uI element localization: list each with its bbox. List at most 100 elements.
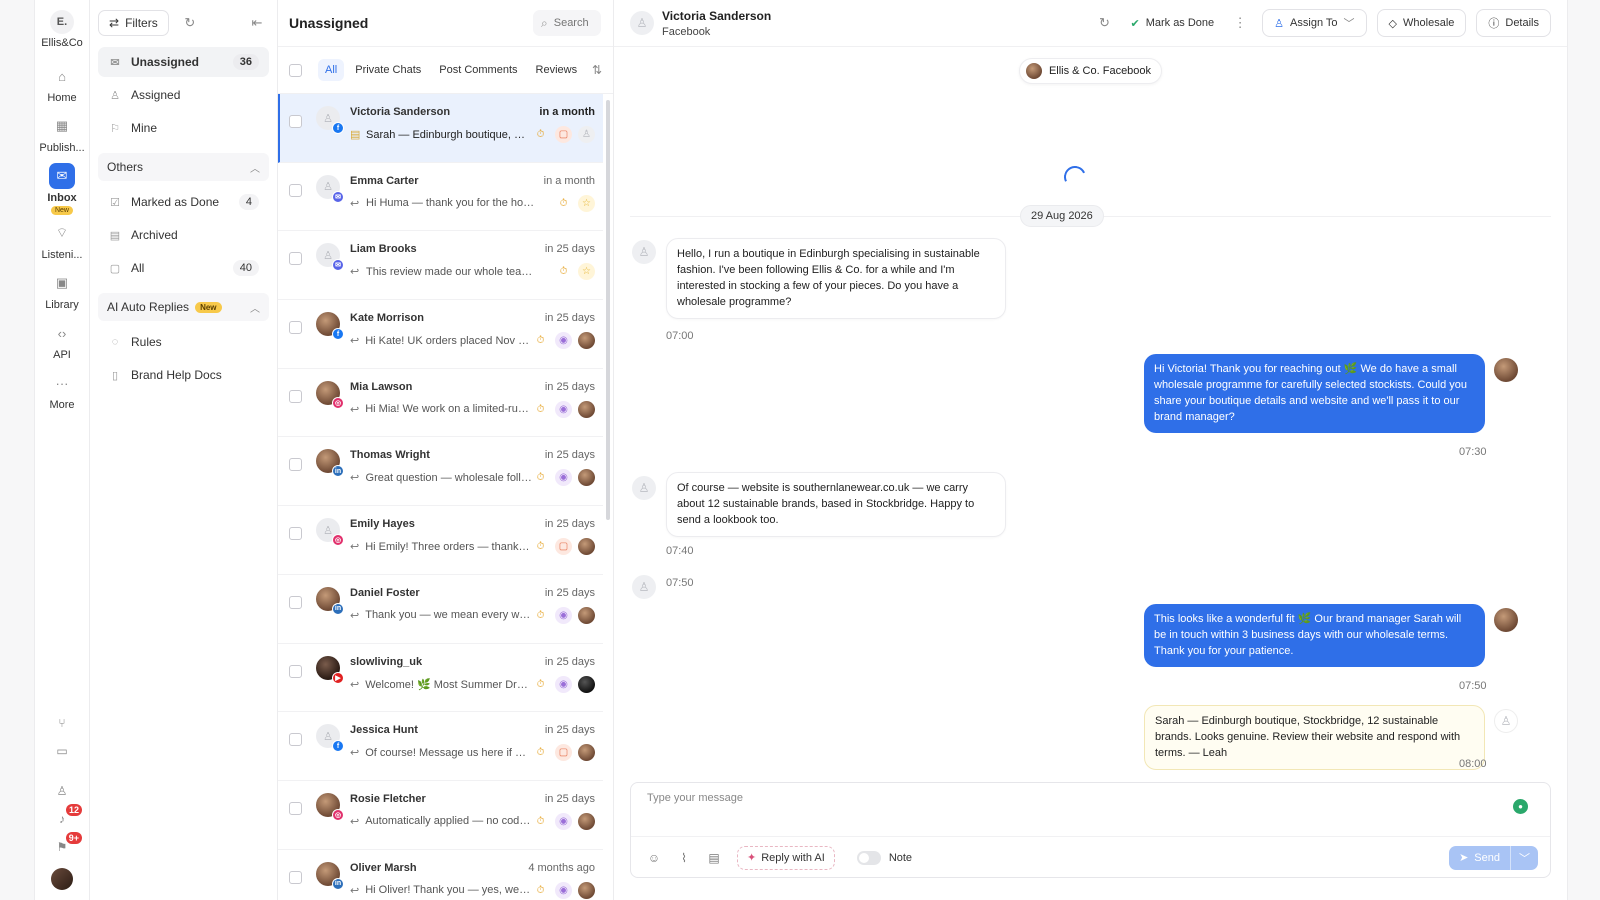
assignee-avatar[interactable] (578, 675, 595, 693)
assignee-avatar[interactable] (578, 332, 595, 350)
row-checkbox[interactable] (289, 595, 302, 609)
assignee-avatar[interactable] (578, 881, 595, 899)
search-input[interactable] (553, 17, 592, 29)
folder-label: Rules (131, 335, 162, 349)
tab-post-comments[interactable]: Post Comments (432, 59, 524, 81)
unassigned-person-icon[interactable]: ♙ (578, 126, 595, 143)
nav-inbox[interactable]: ✉ Inbox New (35, 163, 90, 215)
conversation-row[interactable]: ♙ f Victoria Sanderson in a month ▤ Sarah — E… (278, 94, 603, 163)
details-button[interactable]: ⓘ Details (1476, 9, 1551, 37)
internal-note: Sarah — Edinburgh boutique, Stockbridge,… (1144, 705, 1485, 770)
assignee-avatar[interactable] (578, 400, 595, 418)
folder-archived[interactable]: ▤ Archived (98, 220, 269, 250)
conversation-row[interactable]: ♙ ◎ Emily Hayes in 25 days ↩ Hi Emily! Three … (278, 506, 603, 575)
filters-button[interactable]: ⇄ Filters (98, 10, 169, 36)
conversation-row[interactable]: ♙in Daniel Foster in 25 days ↩ Thank you — w… (278, 575, 603, 644)
saved-reply-icon[interactable]: ▤ (703, 847, 725, 869)
refresh-icon[interactable]: ↻ (1092, 11, 1116, 35)
nav-listening[interactable]: ⌔ Listeni... (35, 220, 90, 261)
tab-all[interactable]: All (318, 59, 345, 81)
nav-publish[interactable]: ▦ Publish... (35, 113, 90, 154)
row-checkbox[interactable] (289, 870, 302, 884)
row-checkbox[interactable] (289, 183, 302, 197)
assignee-avatar[interactable] (578, 538, 595, 556)
nav-more[interactable]: ··· More (35, 370, 90, 412)
folder-count: 36 (232, 54, 259, 70)
conversation-time: 4 months ago (528, 861, 595, 874)
assign-to-button[interactable]: ♙ Assign To ﹀ (1262, 9, 1367, 37)
row-checkbox[interactable] (289, 801, 302, 815)
brand-logo[interactable]: E. (50, 10, 74, 34)
conversation-row[interactable]: ♙ ✉ Liam Brooks in 25 days ↩ This review made… (278, 231, 603, 301)
conversation-row-header: slowliving_uk in 25 days (350, 656, 595, 668)
attachment-icon[interactable]: ⌇ (673, 847, 695, 869)
send-options-chevron-icon[interactable]: ﹀ (1510, 845, 1538, 870)
chat-actions: ↻ ✔ Mark as Done ⋮ ♙ Assign To ﹀ ◇ Whole… (1092, 9, 1551, 37)
mark-done-button[interactable]: ✔ Mark as Done (1126, 10, 1218, 36)
emoji-icon[interactable]: ☺ (643, 847, 665, 869)
select-all-checkbox[interactable] (289, 63, 302, 77)
row-checkbox[interactable] (289, 321, 302, 335)
conversation-row[interactable]: ♙f Kate Morrison in 25 days ↩ Hi Kate! UK or… (278, 300, 603, 369)
timer-icon: ⏱ (536, 884, 545, 896)
sort-icon[interactable]: ⇅ (592, 63, 602, 77)
row-checkbox[interactable] (289, 458, 302, 472)
user-avatar[interactable] (51, 868, 73, 890)
collapse-sidebar-icon[interactable]: ⇤ (245, 11, 269, 35)
star-icon: ☆ (578, 263, 595, 281)
conversation-row[interactable]: ♙▶ slowliving_uk in 25 days ↩ Welcome! 🌿 Mos… (278, 644, 603, 713)
row-checkbox[interactable] (289, 664, 302, 678)
tab-private-chats[interactable]: Private Chats (348, 59, 428, 81)
folder-mine[interactable]: ⚐ Mine (98, 113, 269, 143)
tab-reviews[interactable]: Reviews (529, 59, 585, 81)
flag-icon[interactable]: ⚑ 9+ (49, 832, 82, 860)
folder-rules[interactable]: ◌ Rules (98, 327, 269, 357)
folder-assigned[interactable]: ♙ Assigned (98, 80, 269, 110)
conversation-row[interactable]: ♙in Oliver Marsh 4 months ago ↩ Hi Oliver! T… (278, 850, 603, 900)
conversation-row[interactable]: ♙ ✉ Emma Carter in a month ↩ Hi Huma — thank … (278, 163, 603, 232)
user-icon[interactable]: ♙ (49, 778, 75, 804)
assignee-avatar[interactable] (578, 469, 595, 487)
contact-info: Victoria Sanderson Facebook (662, 9, 771, 38)
folder-unassigned[interactable]: ✉ Unassigned 36 (98, 47, 269, 77)
refresh-icon[interactable]: ↻ (178, 11, 202, 35)
row-checkbox[interactable] (289, 389, 302, 403)
nav-home[interactable]: ⌂ Home (35, 63, 90, 105)
tag-wholesale-button[interactable]: ◇ Wholesale (1376, 9, 1467, 37)
folder-brand-help-docs[interactable]: ▯ Brand Help Docs (98, 360, 269, 390)
conversation-row[interactable]: ♙◎ Rosie Fletcher in 25 days ↩ Automatically… (278, 781, 603, 850)
row-checkbox[interactable] (289, 115, 302, 128)
ai-replies-section-toggle[interactable]: AI Auto Replies New ︿ (98, 293, 269, 321)
row-checkbox[interactable] (289, 733, 302, 747)
grammar-check-icon[interactable]: ● (1513, 799, 1528, 814)
bell-icon[interactable]: ♪ 12 (49, 804, 82, 832)
assignee-avatar[interactable] (578, 812, 595, 830)
conversation-row[interactable]: ♙◎ Mia Lawson in 25 days ↩ Hi Mia! We work o… (278, 369, 603, 438)
assignee-avatar[interactable] (578, 744, 595, 762)
conversation-badges: ⏱ ▢ (532, 744, 595, 762)
reply-with-ai-button[interactable]: ✦ Reply with AI (737, 845, 835, 870)
contact-name[interactable]: Victoria Sanderson (662, 9, 771, 23)
send-button[interactable]: ➤ Send (1449, 851, 1510, 865)
others-section-toggle[interactable]: Others ︿ (98, 153, 269, 181)
book-icon[interactable]: ▭ (49, 738, 75, 764)
note-toggle[interactable] (856, 850, 881, 865)
kebab-menu-icon[interactable]: ⋮ (1228, 11, 1252, 35)
message-input[interactable] (647, 792, 1467, 822)
list-scrollbar[interactable] (606, 100, 610, 520)
row-checkbox[interactable] (289, 252, 302, 266)
contact-avatar[interactable]: ♙ (630, 11, 654, 35)
folder-all[interactable]: ▢ All 40 (98, 253, 269, 283)
conversation-row-preview: ▤ Sarah — Edinburgh boutique, Stockbridge… (350, 126, 595, 143)
assignee-avatar[interactable] (578, 606, 595, 624)
folder-label: Marked as Done (131, 195, 220, 209)
folder-marked-done[interactable]: ☑ Marked as Done 4 (98, 187, 269, 217)
workflow-icon[interactable]: ⑂ (49, 710, 75, 736)
nav-library[interactable]: ▣ Library (35, 270, 90, 311)
search-box[interactable]: ⌕ (533, 10, 601, 36)
conversation-row[interactable]: ♙ f Jessica Hunt in 25 days ↩ Of course! Mess… (278, 712, 603, 781)
nav-api[interactable]: ‹› API (35, 320, 90, 362)
conversation-row[interactable]: ♙in Thomas Wright in 25 days ↩ Great questio… (278, 437, 603, 507)
row-checkbox[interactable] (289, 527, 302, 541)
contact-avatar: ♙▶ (316, 655, 344, 684)
